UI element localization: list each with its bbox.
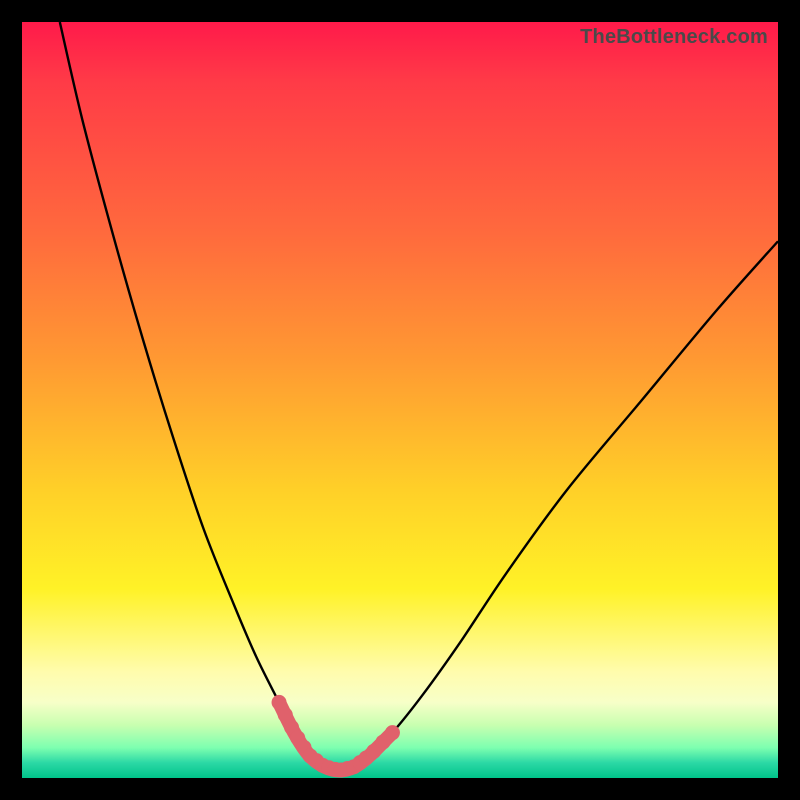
- sweet-spot-bead: [385, 725, 400, 740]
- chart-frame: TheBottleneck.com: [22, 22, 778, 778]
- bottleneck-curve: [60, 22, 778, 770]
- bottleneck-curve-svg: [22, 22, 778, 778]
- sweet-spot-dots: [272, 695, 400, 778]
